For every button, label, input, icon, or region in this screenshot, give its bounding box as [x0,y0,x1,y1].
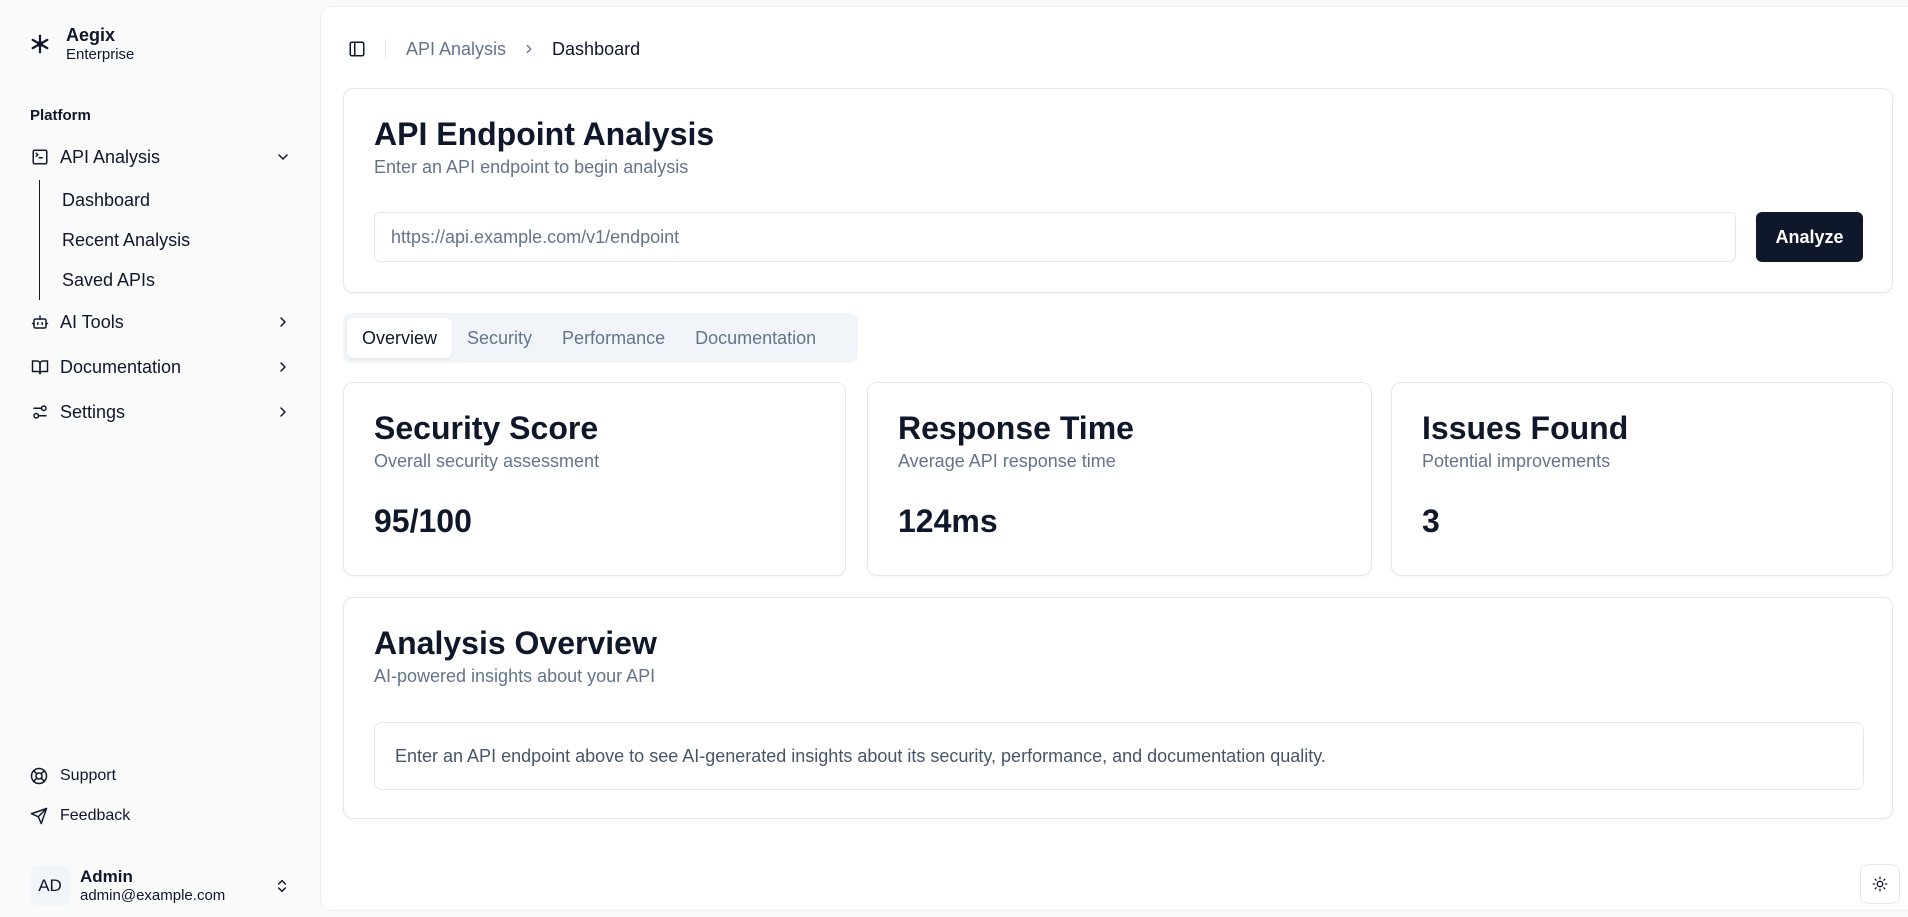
brand[interactable]: Aegix Enterprise [28,24,134,64]
sliders-icon [30,402,50,422]
support-label: Support [60,767,117,784]
metric-title: Issues Found [1422,410,1629,446]
endpoint-url-input[interactable] [374,212,1736,262]
avatar: AD [30,866,70,906]
card-description: AI-powered insights about your API [374,666,656,686]
tab-security[interactable]: Security [452,318,547,358]
feedback-label: Feedback [60,807,131,824]
send-icon [30,807,48,825]
sidebar: Aegix Enterprise Platform API Analysis D… [0,0,320,917]
metric-title: Response Time [898,410,1134,446]
metric-value: 95/100 [374,503,472,539]
card-description: Enter an API endpoint to begin analysis [374,157,689,177]
sidebar-item-label: AI Tools [60,311,124,332]
main-panel: API Analysis Dashboard API Endpoint Anal… [320,6,1908,911]
sidebar-subitem-recent-analysis[interactable]: Recent Analysis [62,220,289,260]
sun-icon [1872,876,1888,892]
chevrons-up-down-icon [272,876,292,896]
panel-left-icon [349,41,365,57]
insights-placeholder: Enter an API endpoint above to see AI-ge… [374,722,1864,790]
user-email: admin@example.com [80,887,226,904]
sidebar-item-label: Documentation [60,356,182,377]
chevron-right-icon [274,358,292,376]
breadcrumb: API Analysis Dashboard [406,39,640,60]
feedback-link[interactable]: Feedback [30,801,130,831]
card-title: Analysis Overview [374,625,657,661]
metric-value: 3 [1422,503,1440,539]
book-open-icon [30,357,50,377]
sidebar-subitem-saved-apis[interactable]: Saved APIs [62,260,289,300]
brand-name: Aegix [66,25,116,45]
theme-toggle-button[interactable] [1860,864,1900,904]
card-title: API Endpoint Analysis [374,116,715,152]
aegix-logo-icon [28,32,52,56]
sidebar-group-label: Platform [30,107,91,124]
life-buoy-icon [30,767,48,785]
tab-performance[interactable]: Performance [547,318,680,358]
topbar: API Analysis Dashboard [343,33,640,65]
endpoint-analysis-card: API Endpoint Analysis Enter an API endpo… [343,88,1893,293]
metric-title: Security Score [374,410,599,446]
analyze-button[interactable]: Analyze [1756,212,1863,262]
response-time-card: Response Time Average API response time … [867,382,1372,576]
bot-icon [30,312,50,332]
chevron-right-icon [274,403,292,421]
sidebar-toggle-button[interactable] [343,35,371,63]
divider [385,39,386,59]
sidebar-subnav-api-analysis: Dashboard Recent Analysis Saved APIs [39,180,289,300]
sidebar-item-api-analysis[interactable]: API Analysis [30,141,292,173]
user-name: Admin [80,867,133,886]
metric-description: Overall security assessment [374,451,600,471]
tab-overview[interactable]: Overview [347,318,453,358]
analysis-tabs: Overview Security Performance Documentat… [343,313,858,363]
user-menu[interactable]: AD Admin admin@example.com [30,862,292,910]
chevron-down-icon [274,148,292,166]
metric-description: Average API response time [898,451,1116,471]
security-score-card: Security Score Overall security assessme… [343,382,846,576]
tab-documentation[interactable]: Documentation [680,318,831,358]
chevron-right-icon [274,313,292,331]
metric-value: 124ms [898,503,998,539]
sidebar-item-label: Settings [60,401,126,422]
breadcrumb-current: Dashboard [552,38,641,59]
metric-description: Potential improvements [1422,451,1611,471]
brand-plan: Enterprise [66,46,135,63]
terminal-square-icon [30,147,50,167]
chevron-right-icon [522,42,536,56]
sidebar-subitem-dashboard[interactable]: Dashboard [62,180,289,220]
issues-found-card: Issues Found Potential improvements 3 [1391,382,1893,576]
analysis-overview-card: Analysis Overview AI-powered insights ab… [343,597,1893,819]
breadcrumb-parent-link[interactable]: API Analysis [406,39,506,60]
support-link[interactable]: Support [30,761,116,791]
sidebar-item-ai-tools[interactable]: AI Tools [30,306,292,338]
sidebar-item-settings[interactable]: Settings [30,396,292,428]
sidebar-item-documentation[interactable]: Documentation [30,351,292,383]
sidebar-item-label: API Analysis [60,146,161,167]
